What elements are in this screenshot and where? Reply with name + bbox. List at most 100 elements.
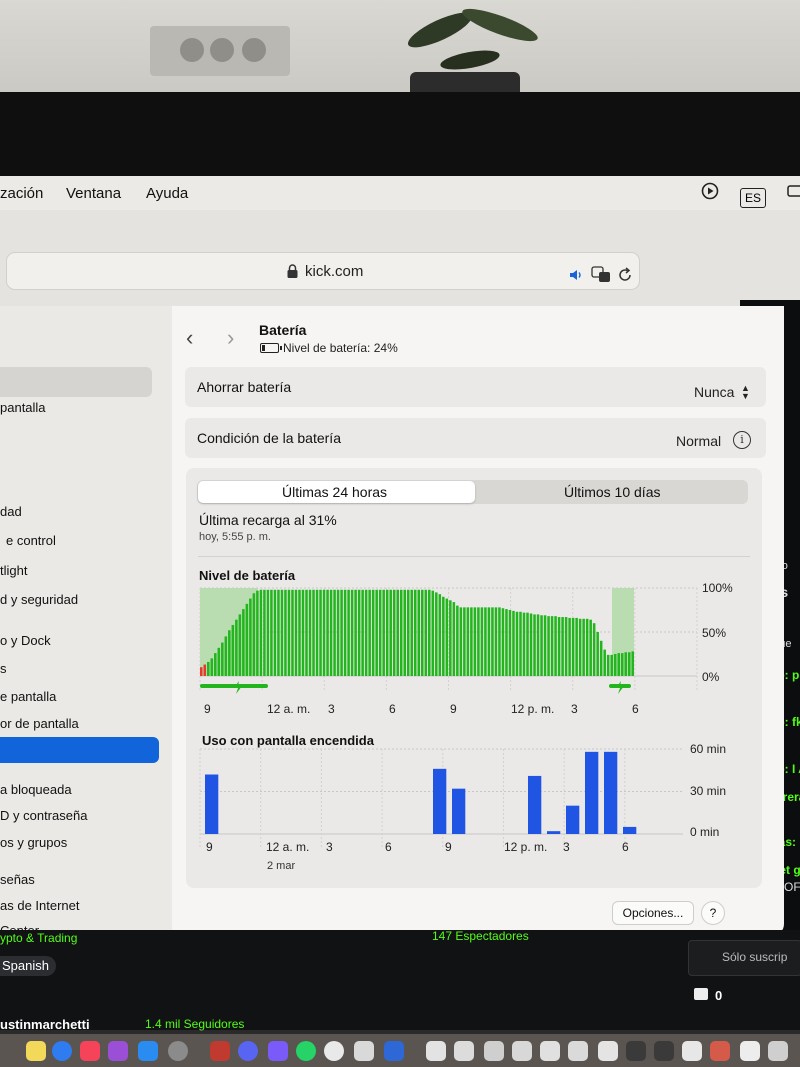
battery-level-bar xyxy=(543,615,547,676)
battery-level-bar xyxy=(231,624,235,676)
discord-icon[interactable] xyxy=(238,1041,258,1061)
battery-level-bar xyxy=(505,609,508,676)
battery-level-bar xyxy=(403,589,406,676)
document-icon[interactable] xyxy=(768,1041,788,1061)
battery-level-bar xyxy=(399,589,403,676)
options-button[interactable]: Opciones... xyxy=(612,901,694,925)
document-icon[interactable] xyxy=(454,1041,474,1061)
battery-level-bar xyxy=(315,589,319,676)
twitch-icon[interactable] xyxy=(268,1041,288,1061)
battery-level-bar xyxy=(627,652,631,676)
battery-level-bar xyxy=(522,612,526,676)
chrome-icon[interactable] xyxy=(324,1041,344,1061)
app-store-icon[interactable] xyxy=(138,1041,158,1061)
notes-icon[interactable] xyxy=(26,1041,46,1061)
battery-level-bar xyxy=(228,630,231,676)
battery-level-bar xyxy=(298,589,301,676)
usage-x-tick-label: 12 a. m. xyxy=(266,840,309,854)
window-app-icon[interactable] xyxy=(384,1041,404,1061)
chat-input-placeholder: Sólo suscrip xyxy=(722,950,788,964)
battery-level-bar xyxy=(266,589,270,676)
podcasts-icon[interactable] xyxy=(108,1041,128,1061)
battery-x-tick-label: 9 xyxy=(450,702,457,716)
battery-level-bar xyxy=(445,598,449,676)
battery-level-bar xyxy=(442,596,445,676)
usage-x-tick-label: 9 xyxy=(445,840,452,854)
language-tag[interactable]: Spanish xyxy=(0,956,56,976)
battery-level-bar xyxy=(392,589,396,676)
battery-level-bar xyxy=(336,589,340,676)
document-icon[interactable] xyxy=(682,1041,702,1061)
battery-level-bar xyxy=(277,589,280,676)
image-file-icon[interactable] xyxy=(710,1041,730,1061)
battery-level-bar xyxy=(480,607,484,676)
battery-level-bar xyxy=(578,618,582,676)
battery-level-bar xyxy=(263,589,266,676)
battery-x-tick-label: 12 a. m. xyxy=(267,702,310,716)
safari-icon[interactable] xyxy=(52,1041,72,1061)
charging-indicator xyxy=(200,684,268,688)
music-icon[interactable] xyxy=(80,1041,100,1061)
battery-level-bar xyxy=(529,613,533,676)
dictionary-icon[interactable] xyxy=(210,1041,230,1061)
battery-level-bar xyxy=(470,607,473,676)
battery-y-tick-label: 0% xyxy=(702,670,720,684)
channel-name[interactable]: ustinmarchetti xyxy=(0,1017,90,1032)
document-icon[interactable] xyxy=(568,1041,588,1061)
battery-level-bar xyxy=(585,618,589,676)
battery-level-bar xyxy=(610,654,613,676)
battery-level-bar xyxy=(284,589,287,676)
battery-level-bar xyxy=(371,589,375,676)
battery-level-bar xyxy=(533,614,536,676)
screenshot-icon[interactable] xyxy=(626,1041,646,1061)
gift-count: 0 xyxy=(715,988,723,1003)
battery-level-bar xyxy=(575,617,578,676)
stream-category[interactable]: ypto & Trading xyxy=(0,931,77,945)
document-icon[interactable] xyxy=(540,1041,560,1061)
battery-x-tick-label: 6 xyxy=(389,702,396,716)
battery-level-bar xyxy=(396,589,399,676)
battery-level-bar xyxy=(554,616,557,676)
document-icon[interactable] xyxy=(740,1041,760,1061)
document-icon[interactable] xyxy=(484,1041,504,1061)
battery-level-bar xyxy=(329,589,333,676)
system-settings-icon[interactable] xyxy=(168,1041,188,1061)
battery-level-bar xyxy=(473,607,477,676)
battery-level-bar xyxy=(463,607,466,676)
battery-level-bar xyxy=(421,589,424,676)
battery-level-bar xyxy=(561,617,564,676)
battery-level-bar xyxy=(438,594,442,676)
screen-usage-bar xyxy=(547,831,561,834)
screen-usage-bar xyxy=(566,805,580,834)
battery-x-tick-label: 9 xyxy=(204,702,211,716)
screen-usage-bar xyxy=(205,774,219,834)
battery-level-bar xyxy=(354,589,357,676)
battery-level-bar xyxy=(291,589,294,676)
battery-level-bar xyxy=(249,598,252,676)
gift-icon[interactable] xyxy=(694,988,708,1000)
battery-level-bar xyxy=(540,615,543,676)
whatsapp-icon[interactable] xyxy=(296,1041,316,1061)
battery-level-bar xyxy=(536,614,540,676)
screen-usage-bar xyxy=(585,751,599,834)
screenshot-icon[interactable] xyxy=(654,1041,674,1061)
battery-level-bar xyxy=(413,589,417,676)
battery-level-bar xyxy=(280,589,284,676)
battery-x-tick-label: 3 xyxy=(571,702,578,716)
battery-level-bar xyxy=(406,589,410,676)
usage-x-tick-label: 6 xyxy=(622,840,629,854)
document-icon[interactable] xyxy=(512,1041,532,1061)
battery-level-bar xyxy=(333,589,336,676)
document-icon[interactable] xyxy=(598,1041,618,1061)
date-label: 2 mar xyxy=(267,860,296,872)
help-button[interactable]: ? xyxy=(701,901,725,925)
battery-level-bar xyxy=(624,652,628,676)
battery-level-bar xyxy=(287,589,291,676)
battery-level-bar xyxy=(273,589,277,676)
battery-level-bar xyxy=(350,589,354,676)
battery-level-bar xyxy=(207,661,210,676)
battery-level-bar xyxy=(491,607,494,676)
preview-icon[interactable] xyxy=(354,1041,374,1061)
battery-level-bar xyxy=(385,589,389,676)
document-icon[interactable] xyxy=(426,1041,446,1061)
